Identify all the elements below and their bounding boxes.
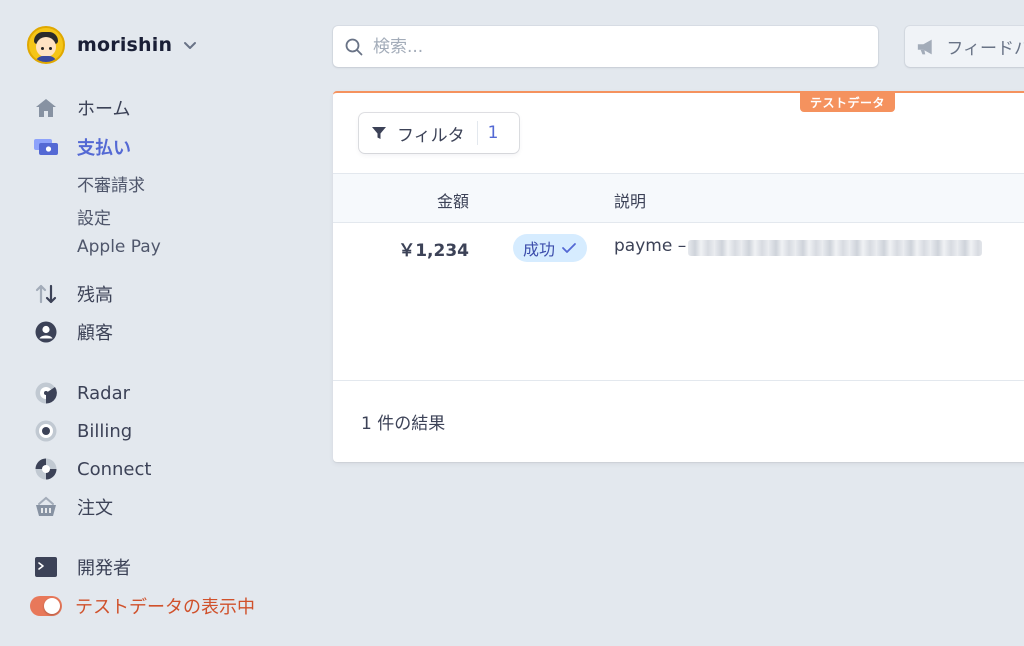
payments-icon [34, 135, 58, 159]
amount-cell: ￥1,234 [398, 241, 469, 261]
chevron-down-icon [184, 42, 197, 49]
checkmark-icon [562, 243, 576, 253]
sidebar-subitem-settings[interactable]: 設定 [77, 204, 111, 229]
sidebar-item-label: 顧客 [77, 323, 113, 344]
balances-icon [34, 282, 58, 306]
avatar [27, 26, 65, 64]
sidebar-item-label: 注文 [77, 498, 113, 519]
test-data-toggle[interactable]: テストデータの表示中 [30, 592, 255, 620]
filter-button[interactable]: フィルタ 1 [359, 113, 519, 153]
account-switcher[interactable]: morishin [27, 26, 198, 64]
payments-card: テストデータ フィルタ 1 金額 説明 ￥1,234 成功 payme – 1 … [333, 91, 1024, 462]
search-bar[interactable] [333, 26, 878, 67]
column-header-amount[interactable]: 金額 [437, 188, 469, 212]
sidebar-item-connect[interactable]: Connect [34, 455, 151, 483]
billing-icon [34, 419, 58, 443]
result-count: 1 件の結果 [361, 414, 446, 434]
test-data-badge: テストデータ [800, 93, 896, 112]
sidebar-item-home[interactable]: ホーム [34, 94, 130, 122]
radar-icon [34, 381, 58, 405]
home-icon [34, 96, 58, 120]
developers-icon [34, 555, 58, 579]
divider [476, 121, 478, 145]
orders-icon [34, 495, 58, 519]
filter-icon [372, 127, 386, 139]
sidebar-item-customers[interactable]: 顧客 [34, 318, 113, 346]
redacted-description [688, 240, 982, 256]
megaphone-icon [917, 39, 932, 54]
search-icon [345, 38, 363, 55]
sidebar-item-label: Radar [77, 382, 130, 404]
connect-icon [34, 457, 58, 481]
column-header-description[interactable]: 説明 [614, 188, 646, 212]
sidebar-item-developers[interactable]: 開発者 [34, 553, 131, 581]
sidebar-item-billing[interactable]: Billing [34, 417, 132, 445]
sidebar-item-balances[interactable]: 残高 [34, 280, 113, 308]
filter-count: 1 [487, 123, 499, 143]
sidebar-item-label: 残高 [77, 285, 113, 306]
table-row[interactable]: ￥1,234 成功 payme – [333, 224, 1024, 270]
sidebar-item-label: 開発者 [77, 558, 131, 579]
sidebar-item-label: ホーム [77, 99, 131, 120]
sidebar-subitem-disputes[interactable]: 不審請求 [77, 171, 145, 196]
feedback-button[interactable]: フィードバック [905, 26, 1024, 67]
sidebar-item-label: 支払い [77, 138, 131, 159]
sidebar-item-label: Billing [77, 420, 133, 442]
status-label: 成功 [523, 240, 556, 259]
status-badge: 成功 [513, 234, 588, 262]
test-data-toggle-label: テストデータの表示中 [75, 597, 255, 618]
description-cell: payme – [614, 236, 687, 256]
filter-label: フィルタ [397, 125, 465, 146]
customers-icon [34, 320, 58, 344]
sidebar-item-orders[interactable]: 注文 [34, 493, 113, 521]
feedback-label: フィードバック [946, 39, 1024, 59]
sidebar-item-label: Connect [77, 458, 152, 480]
table-header: 金額 説明 [333, 173, 1024, 223]
account-name: morishin [77, 34, 173, 56]
toggle-switch[interactable] [30, 596, 62, 616]
search-input[interactable] [373, 36, 853, 57]
sidebar-item-payments[interactable]: 支払い [34, 133, 131, 161]
sidebar-item-radar[interactable]: Radar [34, 379, 130, 407]
divider [333, 380, 1024, 381]
sidebar-subitem-apple-pay[interactable]: Apple Pay [77, 237, 161, 261]
